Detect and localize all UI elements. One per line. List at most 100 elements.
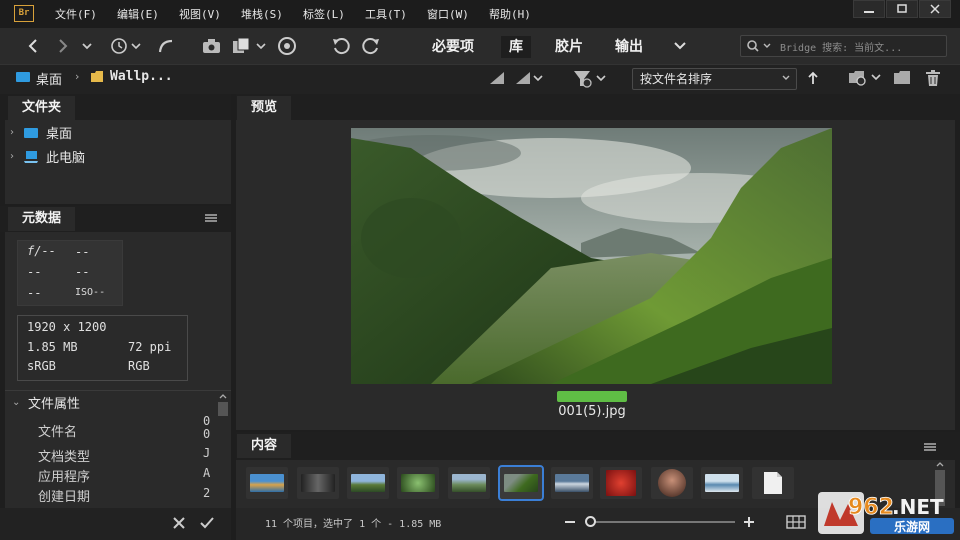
thumbnail[interactable]: [246, 467, 288, 499]
thumbnail[interactable]: [651, 467, 693, 499]
workspace-library[interactable]: 库: [501, 36, 531, 58]
minimize-button[interactable]: [853, 0, 885, 18]
menu-window[interactable]: 窗口(W): [427, 6, 469, 22]
thumbnail-quality-icon: [490, 72, 543, 84]
workspace-more-button[interactable]: [673, 36, 687, 56]
hamburger-icon: [924, 443, 936, 451]
forward-dropdown[interactable]: [80, 36, 94, 56]
apply-button[interactable]: [199, 516, 215, 530]
focal-value: --: [75, 265, 90, 279]
svg-text:乐游网: 乐游网: [894, 519, 930, 534]
tab-content[interactable]: 内容: [237, 434, 292, 458]
open-in-camera-raw-button[interactable]: [277, 36, 297, 56]
thumbnail-document[interactable]: [752, 467, 794, 499]
metadata-footer: [0, 508, 231, 540]
menu-stack[interactable]: 堆栈(S): [241, 6, 283, 22]
thumbnail[interactable]: [297, 467, 339, 499]
menu-help[interactable]: 帮助(H): [489, 6, 531, 22]
filter-button[interactable]: [573, 70, 607, 88]
zoom-out-button[interactable]: [563, 515, 577, 529]
grid-view-button[interactable]: [786, 515, 806, 529]
thumbnail[interactable]: [551, 467, 593, 499]
divider: [5, 390, 231, 391]
rotate-cw-icon: [362, 38, 379, 55]
checkmark-icon: [200, 517, 214, 529]
tree-item-this-pc[interactable]: › 此电脑: [10, 147, 85, 166]
back-button[interactable]: [26, 36, 40, 56]
rotate-right-button[interactable]: [361, 36, 381, 56]
tree-item-desktop[interactable]: › 桌面: [10, 123, 72, 142]
menu-view[interactable]: 视图(V): [179, 6, 221, 22]
history-clock-icon: [111, 38, 141, 54]
prop-label-filename: 文件名: [38, 425, 78, 440]
watermark-logo: 962 .NET 乐游网: [818, 490, 956, 536]
sort-direction-button[interactable]: [806, 70, 820, 86]
return-button[interactable]: [157, 36, 175, 56]
cancel-button[interactable]: [172, 516, 186, 530]
plus-icon: [744, 517, 754, 527]
close-window-button[interactable]: [919, 0, 951, 18]
recent-button[interactable]: [110, 36, 144, 56]
file-properties-section[interactable]: ⌄ 文件属性: [12, 393, 80, 412]
arrow-up-icon: [808, 71, 818, 84]
recent-folders-button[interactable]: [848, 69, 884, 87]
workspace-essentials[interactable]: 必要项: [424, 36, 482, 58]
thumbnail[interactable]: [397, 467, 439, 499]
breadcrumb-desktop[interactable]: 桌面: [36, 69, 62, 88]
thumbnail-selected[interactable]: [498, 465, 544, 501]
thumbnail[interactable]: [701, 467, 743, 499]
metadata-scrollbar[interactable]: [216, 392, 230, 508]
x-icon: [173, 517, 185, 529]
section-title: 文件属性: [28, 397, 81, 412]
quality-filter-button[interactable]: [488, 70, 548, 86]
thumbnail[interactable]: [448, 467, 490, 499]
status-text: 11 个项目，选中了 1 个 - 1.85 MB: [265, 519, 442, 530]
sort-label: 按文件名排序: [640, 72, 713, 86]
menu-file[interactable]: 文件(F): [55, 6, 97, 22]
tab-metadata[interactable]: 元数据: [8, 207, 76, 231]
menu-label[interactable]: 标签(L): [303, 6, 345, 22]
workspace-output[interactable]: 输出: [607, 36, 651, 58]
preview-filename[interactable]: 001(5).jpg: [540, 404, 644, 419]
thumbnail[interactable]: [600, 467, 642, 499]
zoom-slider-handle[interactable]: [585, 516, 596, 527]
folder-icon: [894, 71, 910, 84]
menu-tools[interactable]: 工具(T): [365, 6, 407, 22]
flash-value: --: [27, 286, 42, 300]
minus-icon: [565, 521, 575, 523]
filesize-value: 1.85 MB: [27, 340, 78, 354]
content-menu-button[interactable]: [923, 442, 937, 452]
delete-button[interactable]: [925, 69, 941, 87]
app-logo: Br: [14, 5, 34, 22]
prop-value-created: 2: [203, 486, 211, 500]
search-input[interactable]: Bridge 搜索: 当前文...: [780, 39, 902, 54]
tab-folders[interactable]: 文件夹: [8, 96, 76, 120]
zoom-slider[interactable]: [590, 521, 735, 523]
prop-value-application: A: [203, 466, 211, 480]
maximize-button[interactable]: [886, 0, 918, 18]
desktop-icon: [24, 127, 38, 138]
menu-edit[interactable]: 编辑(E): [117, 6, 159, 22]
workspace-filmstrip[interactable]: 胶片: [547, 36, 591, 58]
maximize-icon: [897, 4, 907, 13]
rotate-left-button[interactable]: [331, 36, 351, 56]
preview-image[interactable]: [351, 128, 832, 384]
zoom-in-button[interactable]: [742, 515, 756, 529]
prop-value-filename: 0: [203, 414, 211, 428]
forward-button[interactable]: [56, 36, 70, 56]
copy-pages-icon: [233, 37, 266, 53]
exposure-value: --: [27, 265, 42, 279]
thumbnail[interactable]: [347, 467, 389, 499]
metadata-menu-button[interactable]: [204, 213, 218, 223]
desktop-folder-icon: [16, 72, 30, 82]
scrollbar-track-icon: [218, 394, 228, 416]
refine-button[interactable]: [232, 36, 270, 56]
search-icon: [746, 39, 776, 53]
prop-label-application: 应用程序: [38, 470, 91, 485]
landscape-photo: [351, 128, 832, 384]
camera-import-button[interactable]: [202, 36, 222, 56]
tab-preview[interactable]: 预览: [237, 96, 292, 120]
prop-value-doctype: J: [203, 446, 211, 460]
breadcrumb-wallpaper[interactable]: Wallp...: [110, 69, 173, 84]
new-folder-button[interactable]: [893, 70, 911, 86]
